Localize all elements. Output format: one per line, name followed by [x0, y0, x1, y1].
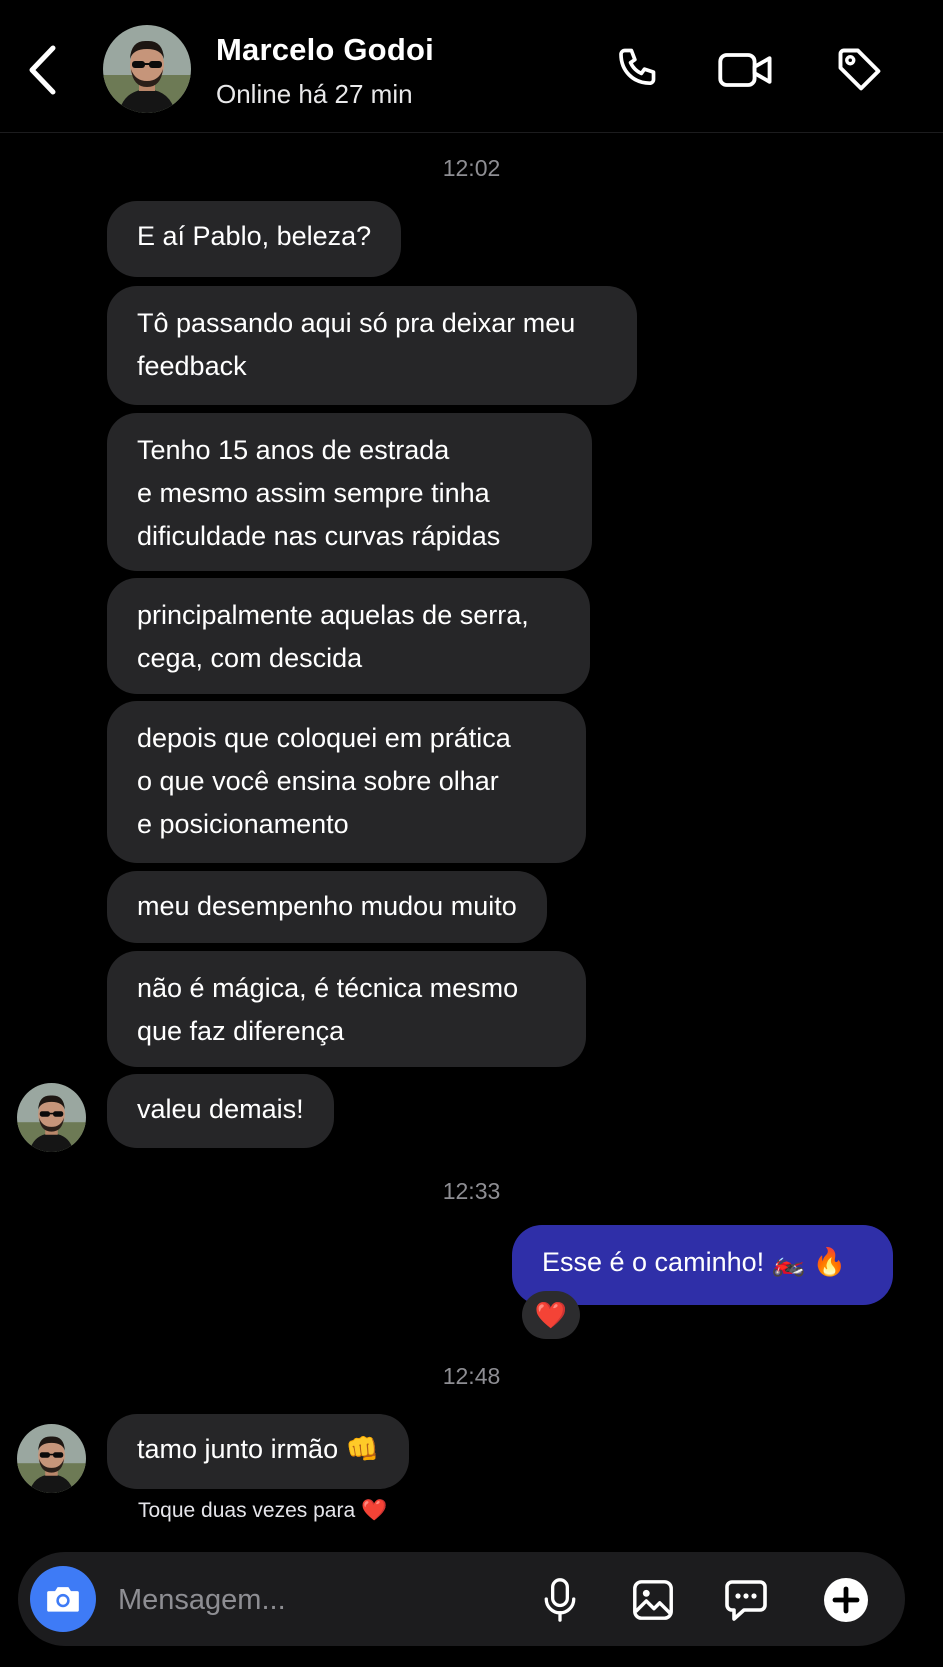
timestamp: 12:33	[442, 1178, 501, 1204]
plus-circle-icon	[824, 1578, 868, 1622]
message-incoming[interactable]: depois que coloquei em prática o que voc…	[107, 701, 586, 863]
avatar-image	[17, 1424, 86, 1493]
avatar[interactable]	[103, 25, 191, 113]
voice-call-button[interactable]	[609, 40, 669, 100]
avatar-image	[17, 1083, 86, 1152]
camera-icon	[47, 1587, 79, 1612]
message-incoming[interactable]: principalmente aquelas de serra, cega, c…	[107, 578, 590, 694]
message-incoming[interactable]: Tô passando aqui só pra deixar meu feedb…	[107, 286, 637, 405]
more-button[interactable]	[818, 1572, 874, 1628]
message-input[interactable]	[116, 1574, 500, 1626]
contact-status: Online há 27 min	[216, 79, 413, 109]
timestamp: 12:48	[442, 1363, 501, 1389]
microphone-icon	[544, 1578, 576, 1622]
tag-button[interactable]	[830, 40, 890, 100]
message-incoming[interactable]: valeu demais!	[107, 1074, 334, 1148]
video-call-button[interactable]	[716, 40, 776, 100]
message-composer	[18, 1552, 905, 1646]
heart-reaction[interactable]: ❤️	[522, 1291, 580, 1339]
timestamp: 12:02	[442, 155, 501, 181]
message-incoming[interactable]: tamo junto irmão 👊	[107, 1414, 410, 1489]
message-outgoing[interactable]: Esse é o caminho! 🏍️ 🔥	[512, 1225, 893, 1305]
gallery-button[interactable]	[625, 1572, 681, 1628]
tag-icon	[838, 48, 881, 91]
sender-avatar[interactable]	[17, 1083, 86, 1152]
phone-icon	[619, 48, 656, 86]
message-incoming[interactable]: meu desempenho mudou muito	[107, 871, 547, 943]
image-icon	[633, 1580, 673, 1620]
message-incoming[interactable]: não é mágica, é técnica mesmo que faz di…	[107, 951, 586, 1067]
sticker-button[interactable]	[718, 1572, 774, 1628]
back-button[interactable]	[20, 40, 64, 100]
sender-avatar[interactable]	[17, 1424, 86, 1493]
contact-name[interactable]: Marcelo Godoi	[216, 32, 434, 68]
camera-button[interactable]	[30, 1566, 96, 1632]
message-incoming[interactable]: E aí Pablo, beleza?	[107, 201, 402, 277]
chat-header: Marcelo Godoi Online há 27 min	[0, 0, 943, 133]
double-tap-hint: Toque duas vezes para ❤️	[138, 1499, 388, 1522]
chat-bubble-icon	[725, 1580, 767, 1621]
video-camera-icon	[718, 53, 772, 87]
chevron-left-icon	[29, 45, 56, 95]
voice-message-button[interactable]	[532, 1572, 588, 1628]
avatar-image	[103, 25, 191, 113]
message-incoming[interactable]: Tenho 15 anos de estrada e mesmo assim s…	[107, 413, 592, 571]
